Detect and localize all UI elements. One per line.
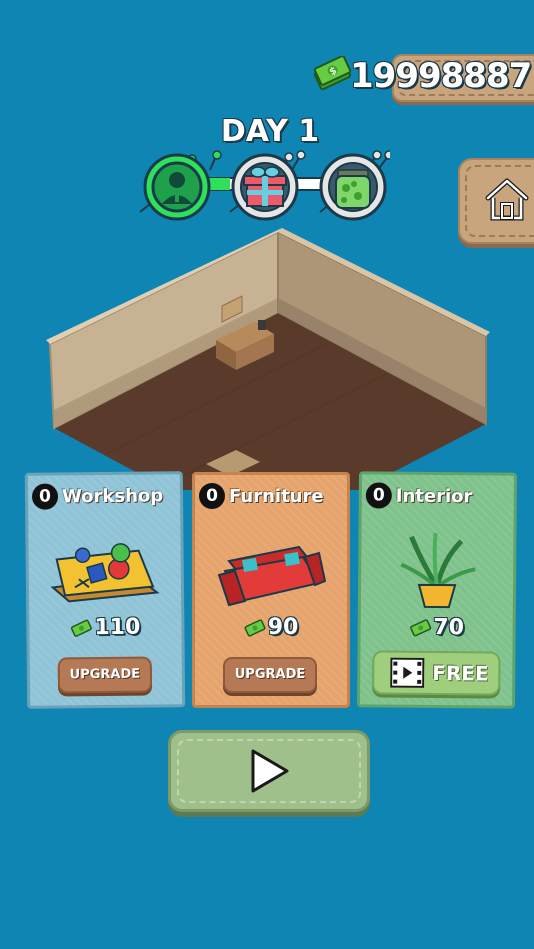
upgrade-button[interactable]: UPGRADE xyxy=(57,656,153,694)
day-title: DAY 1 xyxy=(220,114,320,149)
room-view xyxy=(46,228,490,490)
price-row: 110 xyxy=(29,614,181,641)
sofa-icon xyxy=(217,545,327,607)
cash-icon xyxy=(244,618,266,637)
furniture-card: 0 Furniture 90 UPGRADE xyxy=(192,472,350,708)
workshop-card: 0 Workshop 110 UPGRADE xyxy=(24,471,186,709)
cash-stack-icon: $ xyxy=(313,56,352,91)
price-value: 70 xyxy=(433,614,465,641)
price-value: 90 xyxy=(267,615,299,640)
upgrade-button[interactable]: UPGRADE xyxy=(223,657,317,693)
free-video-button[interactable]: FREE xyxy=(372,650,501,696)
money-amount: 19998887 xyxy=(350,56,532,96)
plant-icon xyxy=(400,532,476,609)
level-badge: 0 xyxy=(199,483,225,509)
home-icon xyxy=(485,178,529,221)
price-value: 110 xyxy=(94,614,141,641)
interior-card: 0 Interior 70 FREE xyxy=(356,471,518,709)
free-label: FREE xyxy=(432,660,489,686)
cash-icon xyxy=(70,619,92,637)
video-icon xyxy=(390,657,425,688)
worker-icon xyxy=(143,153,211,221)
workbench-icon xyxy=(50,543,160,603)
card-title: Workshop xyxy=(61,485,164,508)
price-row: 70 xyxy=(361,614,513,640)
level-badge: 0 xyxy=(365,482,392,509)
card-title: Interior xyxy=(395,485,473,508)
level-badge: 0 xyxy=(31,483,59,510)
card-title: Furniture xyxy=(229,486,324,507)
price-row: 90 xyxy=(195,615,347,640)
play-button[interactable] xyxy=(168,730,370,812)
money-jar-icon xyxy=(319,153,387,221)
cash-icon xyxy=(409,618,431,636)
gift-box-icon xyxy=(231,153,299,221)
play-icon xyxy=(251,749,289,793)
